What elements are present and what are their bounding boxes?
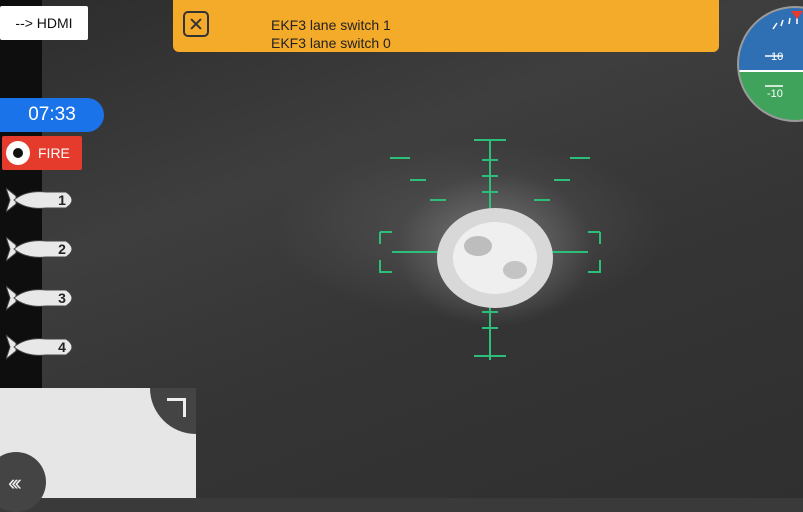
close-icon[interactable] [183, 11, 209, 37]
double-chevron-left-icon: ‹‹‹ [8, 470, 22, 495]
munition-2-button[interactable]: 2 [6, 233, 80, 265]
fire-button[interactable]: FIRE [2, 136, 82, 170]
munition-4-label: 4 [58, 339, 66, 355]
hdmi-output-label: --> HDMI [15, 15, 73, 31]
munition-2-label: 2 [58, 241, 66, 257]
attitude-indicator: 10 -10 [737, 6, 803, 122]
reticle-corner-br [588, 260, 601, 273]
flight-timer-value: 07:33 [28, 104, 76, 125]
munition-1-button[interactable]: 1 [6, 184, 80, 216]
reticle-corner-bl [379, 260, 392, 273]
record-icon [6, 141, 30, 165]
reticle-corner-tr [588, 231, 601, 244]
target-blob [437, 208, 553, 308]
pitch-up-label: 10 [771, 51, 783, 63]
status-notification: EKF3 lane switch 1 EKF3 lane switch 0 [173, 0, 719, 52]
munition-3-button[interactable]: 3 [6, 282, 80, 314]
expand-corner-icon [167, 398, 186, 417]
munition-1-label: 1 [58, 192, 66, 208]
munition-3-label: 3 [58, 290, 66, 306]
notification-line-2: EKF3 lane switch 0 [271, 35, 391, 51]
pitch-down-label: -10 [767, 88, 783, 100]
flight-timer: 07:33 [0, 98, 104, 132]
reticle-corner-tl [379, 231, 392, 244]
notification-line-1: EKF3 lane switch 1 [271, 17, 391, 33]
fire-button-label: FIRE [38, 145, 70, 161]
minimap-expand-button[interactable] [150, 388, 196, 434]
munition-4-button[interactable]: 4 [6, 331, 80, 363]
hdmi-output-button[interactable]: --> HDMI [0, 6, 88, 40]
